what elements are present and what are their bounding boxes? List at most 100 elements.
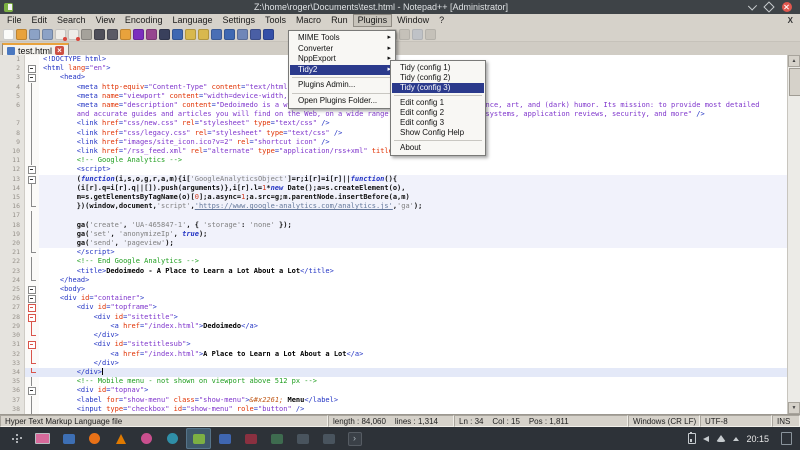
tidy2-menu-item-edit-config-1[interactable]: Edit config 1 [392, 98, 484, 108]
menu-[interactable]: ? [434, 14, 449, 27]
tidy2-menu-item-tidy-config-3[interactable]: Tidy (config 3) [392, 83, 484, 93]
copy-icon[interactable] [107, 28, 118, 40]
taskbar-firefox[interactable] [82, 428, 107, 449]
plugins-menu-item-open-plugins-folder[interactable]: Open Plugins Folder... [290, 96, 394, 107]
code-line-38[interactable]: 38 <input type="checkbox" id="show-menu"… [0, 404, 787, 414]
code-line-36[interactable]: 36 <div id="topnav"> [0, 386, 787, 396]
notepad-plus-plus-logo-icon[interactable] [4, 2, 13, 12]
menu-macro[interactable]: Macro [291, 14, 326, 27]
save-all-icon[interactable] [42, 28, 53, 40]
taskbar-file-manager[interactable] [56, 428, 81, 449]
replace-icon[interactable] [172, 28, 183, 40]
code-line-33[interactable]: 33 </div> [0, 358, 787, 368]
macro-play-icon[interactable] [399, 28, 410, 40]
fold-toggle-icon[interactable] [25, 285, 39, 295]
taskbar-web-browser[interactable] [160, 428, 185, 449]
code-line-28[interactable]: 28 <div id="sitetitle"> [0, 312, 787, 322]
code-line-34[interactable]: 34 </div> [0, 367, 787, 378]
fold-toggle-icon[interactable] [25, 294, 39, 304]
close-window-icon[interactable] [782, 2, 792, 12]
code-line-13[interactable]: 13 (function(i,s,o,g,r,a,m){i['GoogleAna… [0, 174, 787, 184]
scroll-up-icon[interactable]: ▲ [788, 55, 800, 67]
menu-window[interactable]: Window [392, 14, 434, 27]
taskbar-audio-mixer[interactable] [290, 428, 315, 449]
code-line-29[interactable]: 29 <a href="/index.html">Dedoimedo</a> [0, 321, 787, 332]
taskbar-image-viewer[interactable] [264, 428, 289, 449]
menu-language[interactable]: Language [167, 14, 217, 27]
code-line-35[interactable]: 35 <!-- Mobile menu - not shown on viewp… [0, 377, 787, 387]
taskbar-app-launcher[interactable] [4, 428, 29, 449]
plugins-menu-item-nppexport[interactable]: NppExport ▸ [290, 54, 394, 65]
code-line-19[interactable]: 19 ga('set', 'anonymizeIp', true); [0, 229, 787, 240]
tidy2-menu-item-tidy-config-1[interactable]: Tidy (config 1) [392, 63, 484, 73]
show-desktop-button[interactable] [781, 432, 792, 445]
taskbar-taskbar-overflow[interactable]: › [342, 428, 367, 449]
taskbar-text-editor[interactable] [212, 428, 237, 449]
menu-plugins[interactable]: Plugins [352, 14, 393, 27]
status-doc-type[interactable]: Hyper Text Markup Language file [0, 415, 328, 427]
status-encoding[interactable]: UTF-8 [700, 415, 772, 427]
taskbar-video-app[interactable] [238, 428, 263, 449]
macro-run-multiple-icon[interactable] [412, 28, 423, 40]
tidy2-menu-item-edit-config-2[interactable]: Edit config 2 [392, 108, 484, 118]
menu-run[interactable]: Run [326, 14, 353, 27]
tidy2-menu-item-show-config-help[interactable]: Show Config Help [392, 128, 484, 138]
zoom-in-icon[interactable] [185, 28, 196, 40]
menu-tools[interactable]: Tools [260, 14, 291, 27]
status-cursor-position[interactable]: Ln : 34 Col : 15 Pos : 1,811 [454, 415, 628, 427]
scrollbar-thumb[interactable] [789, 68, 800, 96]
fold-toggle-icon[interactable] [25, 340, 39, 350]
plugins-menu-item-mime-tools[interactable]: MIME Tools ▸ [290, 33, 394, 44]
menu-settings[interactable]: Settings [218, 14, 261, 27]
code-line-12[interactable]: 12 <script> [0, 165, 787, 175]
code-line-20[interactable]: 20 ga('send', 'pageview'); [0, 239, 787, 249]
clock[interactable]: 20:15 [746, 434, 769, 444]
code-line-24[interactable]: 24 </head> [0, 275, 787, 286]
taskbar-media-player[interactable] [134, 428, 159, 449]
volume-icon[interactable] [703, 435, 710, 442]
code-line-16[interactable]: 16 })(window,document,'script','https://… [0, 202, 787, 212]
tray-expand-icon[interactable] [733, 436, 740, 441]
code-line-27[interactable]: 27 <div id="topframe"> [0, 303, 787, 313]
show-all-characters-icon[interactable] [250, 28, 261, 40]
code-line-22[interactable]: 22 <!-- End Google Analytics --> [0, 257, 787, 267]
macro-save-icon[interactable] [425, 28, 436, 40]
plugins-menu-item-plugins-admin[interactable]: Plugins Admin... [290, 80, 394, 91]
code-line-15[interactable]: 15 m=s.getElementsByTagName(o)[0];a.asyn… [0, 193, 787, 203]
tidy2-menu-item-about[interactable]: About [392, 143, 484, 153]
doc-map-icon[interactable] [224, 28, 235, 40]
code-line-17[interactable]: 17 [0, 211, 787, 221]
network-icon[interactable] [716, 435, 727, 442]
cut-icon[interactable] [94, 28, 105, 40]
paste-icon[interactable] [120, 28, 131, 40]
new-file-icon[interactable] [3, 28, 14, 40]
menu-file[interactable]: File [2, 14, 27, 27]
record-macro-icon[interactable] [211, 28, 222, 40]
close-all-documents-icon[interactable] [68, 28, 80, 41]
fold-toggle-icon[interactable] [25, 303, 39, 313]
code-line-31[interactable]: 31 <div id="sitetitlesub"> [0, 340, 787, 350]
menu-search[interactable]: Search [52, 14, 91, 27]
code-line-14[interactable]: 14 (i[r].q=i[r].q||[]).push(arguments)},… [0, 183, 787, 194]
close-document-icon[interactable] [55, 28, 67, 41]
code-line-21[interactable]: 21 </script> [0, 248, 787, 258]
open-folder-icon[interactable] [16, 28, 27, 40]
code-line-26[interactable]: 26 <div id="container"> [0, 294, 787, 304]
vertical-scrollbar[interactable]: ▲ ▼ [787, 55, 800, 414]
tab-close-icon[interactable] [55, 46, 65, 55]
menu-edit[interactable]: Edit [27, 14, 53, 27]
taskbar-system-monitor[interactable] [316, 428, 341, 449]
fold-toggle-icon[interactable] [25, 174, 39, 184]
print-icon[interactable] [81, 28, 92, 40]
fold-toggle-icon[interactable] [25, 73, 39, 83]
menu-encoding[interactable]: Encoding [120, 14, 168, 27]
tidy2-menu-item-edit-config-3[interactable]: Edit config 3 [392, 118, 484, 128]
status-typing-mode[interactable]: INS [772, 415, 800, 427]
tidy2-menu-item-tidy-config-2[interactable]: Tidy (config 2) [392, 73, 484, 83]
save-icon[interactable] [29, 28, 40, 40]
find-icon[interactable] [159, 28, 170, 40]
zoom-out-icon[interactable] [198, 28, 209, 40]
document-close-icon[interactable]: X [788, 16, 793, 25]
status-length-lines[interactable]: length : 84,060 lines : 1,314 [328, 415, 454, 427]
status-eol-format[interactable]: Windows (CR LF) [628, 415, 700, 427]
